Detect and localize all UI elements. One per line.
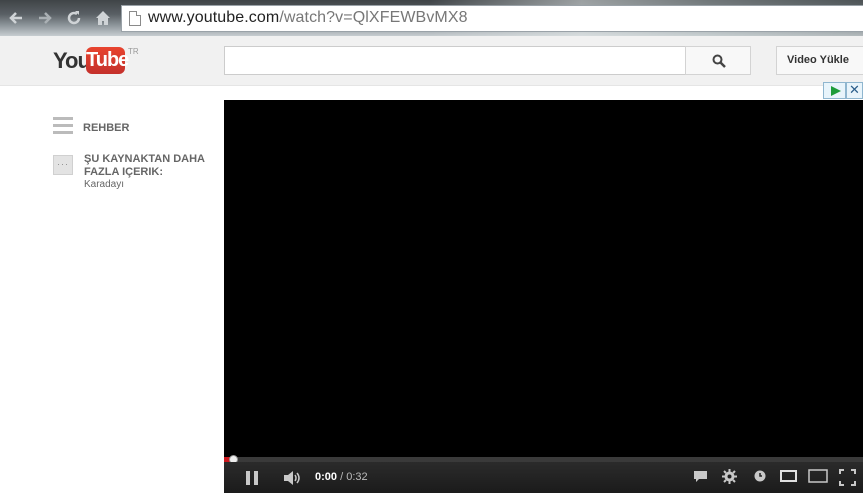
logo-region: TR — [128, 47, 139, 56]
more-icon: ··· — [53, 155, 73, 175]
logo-you: You — [53, 48, 91, 73]
pause-icon[interactable] — [245, 471, 259, 485]
large-player-icon[interactable] — [808, 469, 828, 488]
forward-icon[interactable] — [35, 9, 55, 29]
small-player-icon[interactable] — [780, 469, 797, 488]
logo-tube: Tube — [86, 47, 129, 74]
browser-toolbar: www.youtube.com/watch?v=QlXFEWBvMX8 — [0, 0, 863, 36]
video-player[interactable]: 0:00 / 0:32 — [224, 100, 863, 493]
volume-icon[interactable] — [282, 470, 302, 491]
time-display: 0:00 / 0:32 — [315, 471, 368, 483]
time-separator: / — [337, 471, 347, 483]
back-icon[interactable] — [6, 9, 26, 29]
fullscreen-icon[interactable] — [839, 469, 856, 491]
channel-link[interactable]: Karadayı — [84, 179, 124, 190]
ad-play-icon[interactable] — [823, 82, 846, 99]
settings-icon[interactable] — [722, 469, 737, 489]
url-path: /watch?v=QlXFEWBvMX8 — [279, 9, 468, 26]
search-button[interactable] — [685, 46, 751, 75]
search-icon — [712, 54, 726, 68]
menu-icon — [53, 117, 73, 135]
url-host: www.youtube.com — [148, 9, 280, 26]
address-url[interactable]: www.youtube.com/watch?v=QlXFEWBvMX8 — [148, 9, 468, 27]
youtube-header: You Tube TR Video Yükle — [0, 36, 863, 86]
watch-later-icon[interactable] — [754, 469, 766, 487]
ad-close-icon[interactable]: ✕ — [846, 82, 863, 99]
current-time: 0:00 — [315, 471, 338, 483]
player-controls: 0:00 / 0:32 — [224, 462, 863, 493]
captions-icon[interactable] — [693, 469, 708, 489]
page-icon — [129, 11, 141, 26]
guide-label: REHBER — [83, 122, 130, 134]
more-from-title: ŞU KAYNAKTAN DAHA FAZLA IÇERIK: — [84, 153, 205, 178]
search-input[interactable] — [224, 46, 686, 75]
home-icon[interactable] — [93, 9, 113, 29]
ad-badge: ✕ — [823, 82, 863, 99]
upload-button[interactable]: Video Yükle — [776, 46, 863, 75]
duration: 0:32 — [346, 471, 368, 483]
address-bar[interactable]: www.youtube.com/watch?v=QlXFEWBvMX8 — [121, 5, 863, 32]
reload-icon[interactable] — [64, 9, 84, 29]
